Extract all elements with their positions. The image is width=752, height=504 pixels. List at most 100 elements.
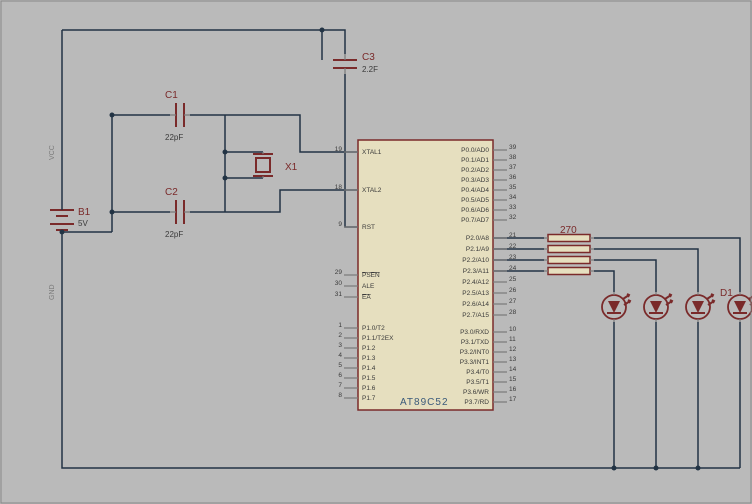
svg-text:P0.5/AD5: P0.5/AD5 (461, 197, 489, 204)
svg-text:EA: EA (362, 294, 371, 301)
svg-text:23: 23 (509, 254, 517, 261)
svg-text:35: 35 (509, 184, 517, 191)
svg-text:P2.2/A10: P2.2/A10 (462, 257, 489, 264)
svg-text:12: 12 (509, 346, 517, 353)
svg-text:24: 24 (509, 265, 517, 272)
svg-text:P3.4/T0: P3.4/T0 (466, 369, 489, 376)
capacitor-c2: C2 22pF (165, 187, 190, 239)
svg-text:30: 30 (335, 280, 343, 287)
svg-text:ALE: ALE (362, 283, 375, 290)
svg-text:14: 14 (509, 366, 517, 373)
svg-text:P0.2/AD2: P0.2/AD2 (461, 167, 489, 174)
crystal-name: X1 (285, 162, 298, 173)
svg-text:P2.1/A9: P2.1/A9 (466, 246, 490, 253)
svg-text:P2.4/A12: P2.4/A12 (462, 279, 489, 286)
svg-text:P3.3/INT1: P3.3/INT1 (460, 359, 490, 366)
c2-name: C2 (165, 187, 178, 198)
svg-text:P2.3/A11: P2.3/A11 (463, 268, 490, 275)
svg-text:22: 22 (509, 243, 517, 250)
svg-text:P3.7/RD: P3.7/RD (464, 399, 489, 406)
c1-value: 22pF (165, 133, 183, 142)
svg-text:RST: RST (362, 224, 375, 231)
svg-text:4: 4 (338, 352, 342, 359)
svg-text:P0.1/AD1: P0.1/AD1 (461, 157, 489, 164)
svg-text:P0.7/AD7: P0.7/AD7 (461, 217, 489, 224)
svg-text:28: 28 (509, 309, 517, 316)
svg-text:9: 9 (338, 221, 342, 228)
svg-text:5: 5 (338, 362, 342, 369)
resistor-pack: 270 (544, 225, 594, 275)
vcc-label: VCC (49, 145, 56, 160)
svg-text:P3.1/TXD: P3.1/TXD (461, 339, 489, 346)
svg-text:26: 26 (509, 287, 517, 294)
svg-text:P0.4/AD4: P0.4/AD4 (461, 187, 489, 194)
svg-text:P1.4: P1.4 (362, 365, 376, 372)
c2-value: 22pF (165, 230, 183, 239)
crystal: X1 (253, 152, 298, 178)
svg-text:21: 21 (509, 232, 517, 239)
svg-text:P1.7: P1.7 (362, 395, 376, 402)
svg-text:37: 37 (509, 164, 517, 171)
c1-name: C1 (165, 90, 178, 101)
svg-text:P1.3: P1.3 (362, 355, 376, 362)
svg-text:8: 8 (338, 392, 342, 399)
svg-text:39: 39 (509, 144, 517, 151)
svg-text:19: 19 (335, 146, 343, 153)
mcu: AT89C52 19XTAL118XTAL29RST29PSEN30ALE31E… (335, 140, 517, 410)
svg-text:13: 13 (509, 356, 517, 363)
svg-text:P2.5/A13: P2.5/A13 (462, 290, 489, 297)
svg-text:25: 25 (509, 276, 517, 283)
gnd-label: GND (49, 284, 56, 300)
resistor (548, 257, 590, 264)
svg-text:PSEN: PSEN (362, 272, 380, 279)
capacitor-c3: C3 2.2F (333, 52, 378, 74)
svg-text:31: 31 (335, 291, 343, 298)
svg-text:P1.5: P1.5 (362, 375, 376, 382)
svg-text:7: 7 (338, 382, 342, 389)
c3-name: C3 (362, 52, 375, 63)
mcu-model: AT89C52 (400, 397, 449, 408)
svg-text:29: 29 (335, 269, 343, 276)
battery: B1 5V (50, 200, 91, 232)
svg-text:1: 1 (338, 322, 342, 329)
resistor (548, 235, 590, 242)
svg-text:36: 36 (509, 174, 517, 181)
battery-value: 5V (78, 219, 88, 228)
svg-text:P1.0/T2: P1.0/T2 (362, 325, 385, 332)
svg-text:P1.6: P1.6 (362, 385, 376, 392)
svg-text:10: 10 (509, 326, 517, 333)
svg-text:P0.6/AD6: P0.6/AD6 (461, 207, 489, 214)
svg-text:P3.0/RXD: P3.0/RXD (460, 329, 489, 336)
svg-text:15: 15 (509, 376, 517, 383)
svg-text:3: 3 (338, 342, 342, 349)
svg-text:17: 17 (509, 396, 517, 403)
svg-text:P1.2: P1.2 (362, 345, 376, 352)
resistor (548, 246, 590, 253)
svg-text:18: 18 (335, 184, 343, 191)
svg-text:38: 38 (509, 154, 517, 161)
svg-text:P3.6/WR: P3.6/WR (463, 389, 489, 396)
svg-text:P0.3/AD3: P0.3/AD3 (461, 177, 489, 184)
svg-text:P2.0/A8: P2.0/A8 (466, 235, 490, 242)
svg-text:32: 32 (509, 214, 517, 221)
svg-text:P3.2/INT0: P3.2/INT0 (460, 349, 490, 356)
capacitor-c1: C1 22pF (165, 90, 190, 142)
svg-text:33: 33 (509, 204, 517, 211)
svg-text:P2.6/A14: P2.6/A14 (462, 301, 489, 308)
svg-text:P3.5/T1: P3.5/T1 (466, 379, 489, 386)
led-icon (686, 292, 714, 322)
svg-text:P2.7/A15: P2.7/A15 (462, 312, 489, 319)
svg-text:P1.1/T2EX: P1.1/T2EX (362, 335, 394, 342)
svg-text:XTAL1: XTAL1 (362, 149, 382, 156)
c3-value: 2.2F (362, 65, 378, 74)
svg-text:XTAL2: XTAL2 (362, 187, 382, 194)
svg-text:16: 16 (509, 386, 517, 393)
svg-text:11: 11 (509, 336, 516, 343)
svg-text:6: 6 (338, 372, 342, 379)
svg-text:P0.0/AD0: P0.0/AD0 (461, 147, 489, 154)
svg-text:34: 34 (509, 194, 517, 201)
resistor (548, 268, 590, 275)
svg-text:27: 27 (509, 298, 517, 305)
battery-name: B1 (78, 207, 91, 218)
led-icon (644, 292, 672, 322)
